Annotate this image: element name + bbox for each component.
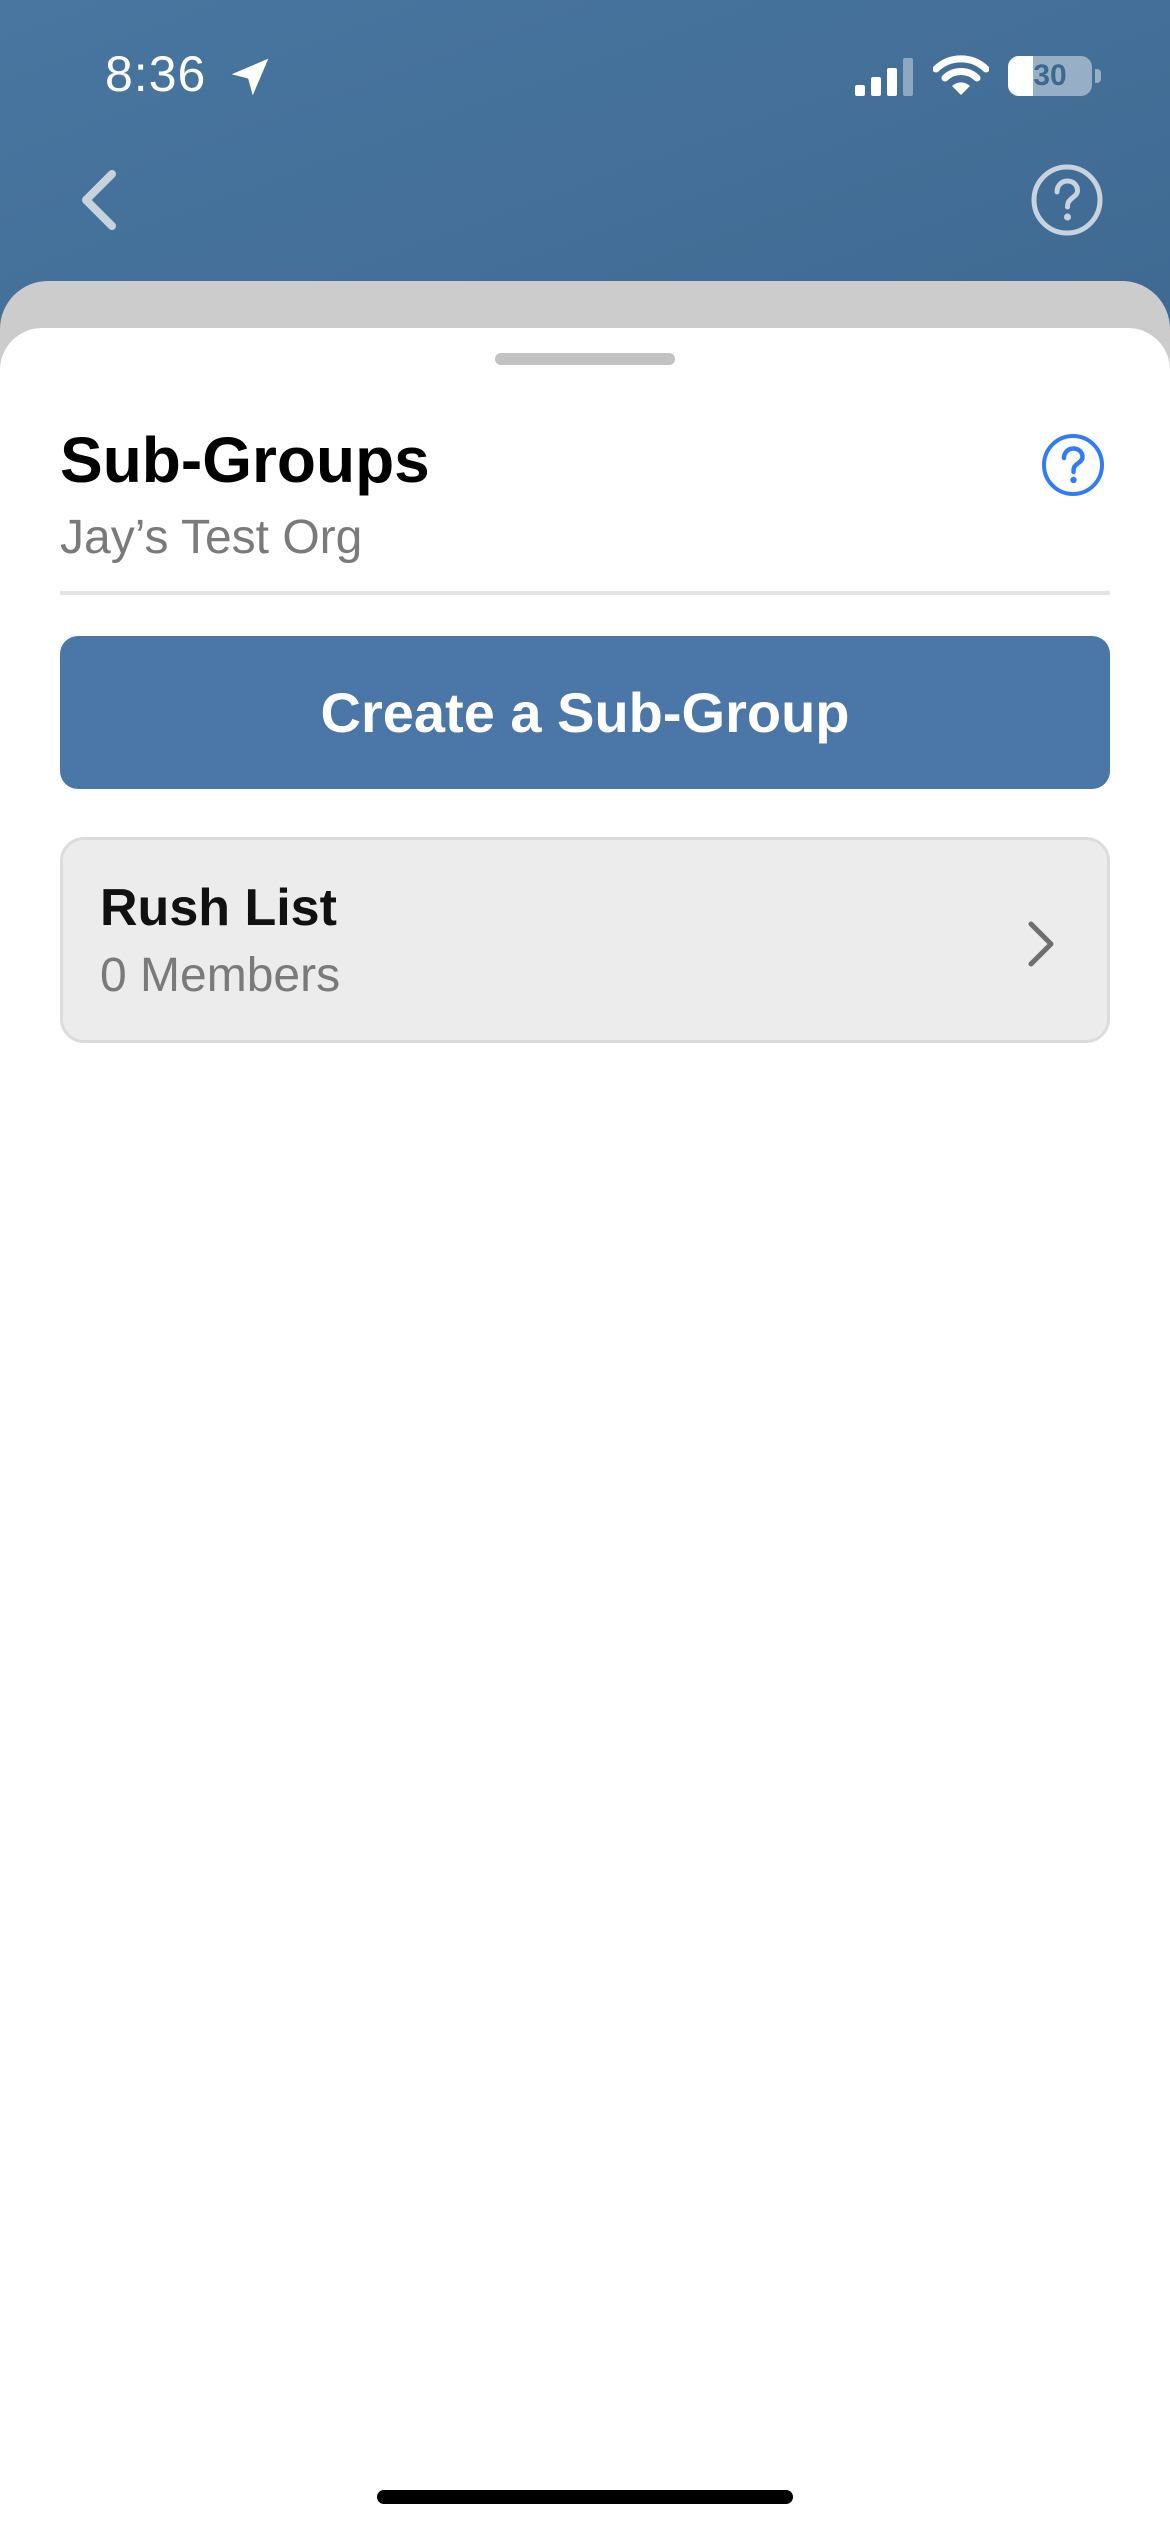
- help-button-header[interactable]: [1030, 163, 1104, 237]
- back-button[interactable]: [70, 160, 130, 240]
- create-sub-group-button[interactable]: Create a Sub-Group: [60, 636, 1110, 789]
- page-subtitle: Jay’s Test Org: [60, 511, 363, 564]
- status-time: 8:36: [105, 46, 207, 102]
- location-arrow-icon: [231, 58, 269, 96]
- chevron-right-icon: [1028, 921, 1054, 967]
- group-name: Rush List: [100, 879, 337, 937]
- question-circle-icon: [1042, 434, 1104, 496]
- wifi-icon: [933, 55, 989, 95]
- question-circle-icon: [1031, 164, 1103, 236]
- divider: [60, 591, 1110, 595]
- chevron-left-icon: [82, 170, 116, 230]
- group-member-count: 0 Members: [100, 949, 341, 1002]
- battery-cap: [1095, 69, 1101, 83]
- create-sub-group-label: Create a Sub-Group: [320, 681, 850, 744]
- sheet-grabber[interactable]: [495, 353, 675, 365]
- status-bar: 8:36 30: [0, 0, 1170, 150]
- battery-icon: 30: [1008, 56, 1092, 96]
- battery-percentage: 30: [1033, 59, 1067, 92]
- help-button[interactable]: [1040, 432, 1106, 498]
- cellular-signal-icon: [855, 58, 913, 96]
- page-title: Sub-Groups: [60, 424, 430, 496]
- home-indicator[interactable]: [377, 2490, 793, 2504]
- list-item-rush-list[interactable]: Rush List 0 Members: [60, 837, 1110, 1043]
